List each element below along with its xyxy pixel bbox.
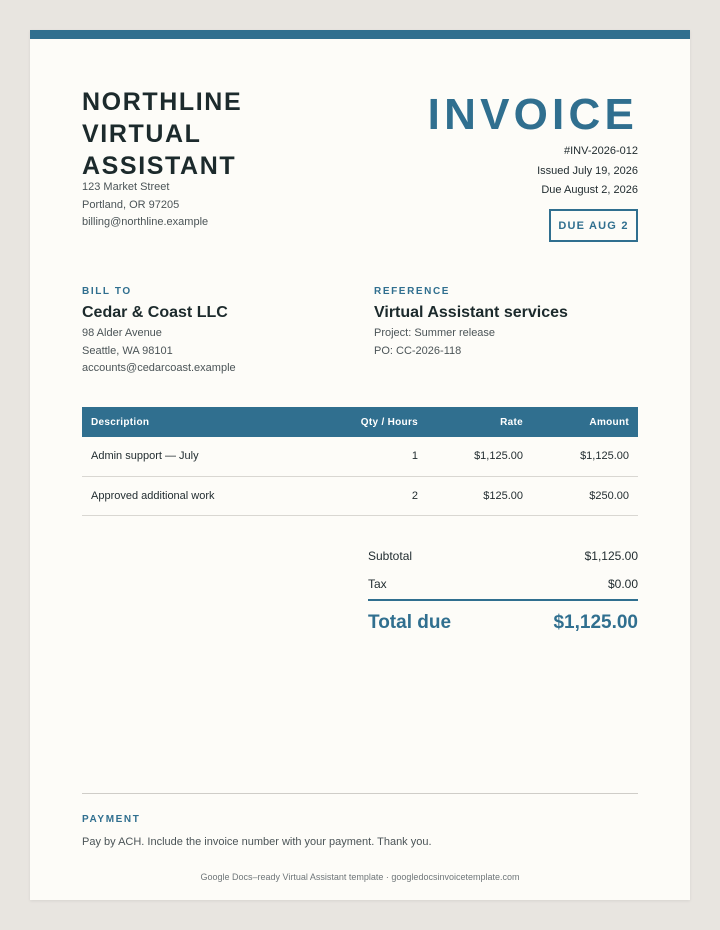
table-row: Approved additional work 2 $125.00 $250.… (82, 476, 638, 516)
totals-block: Subtotal $1,125.00 Tax $0.00 Total due $… (368, 542, 638, 645)
invoice-title: INVOICE (427, 90, 638, 139)
company-name-line: ASSISTANT (82, 152, 237, 180)
item-amount: $1,125.00 (532, 437, 638, 477)
item-description: Approved additional work (82, 476, 312, 516)
subtotal-label: Subtotal (368, 549, 413, 563)
subtotal-row: Subtotal $1,125.00 (368, 542, 638, 570)
company-name-line: NORTHLINE (82, 88, 243, 116)
item-qty: 1 (312, 437, 427, 477)
invoice-due-date: Due August 2, 2026 (541, 184, 638, 196)
reference-label: REFERENCE (374, 286, 451, 297)
total-due-value: $1,125.00 (553, 612, 638, 633)
reference-po: PO: CC-2026-118 (374, 344, 462, 357)
header-description: Description (91, 416, 150, 428)
client-email: accounts@cedarcoast.example (82, 362, 236, 374)
due-badge: DUE AUG 2 (549, 209, 638, 242)
accent-top-bar (30, 30, 690, 39)
item-amount: $250.00 (532, 476, 638, 516)
total-due-label: Total due (368, 612, 452, 633)
header-amount: Amount (589, 416, 629, 428)
item-rate: $125.00 (427, 476, 532, 516)
payment-instructions: Pay by ACH. Include the invoice number w… (82, 836, 432, 848)
total-due-row: Total due $1,125.00 (368, 601, 638, 645)
header-qty: Qty / Hours (360, 416, 418, 428)
item-qty: 2 (312, 476, 427, 516)
company-street: 123 Market Street (82, 181, 170, 193)
reference-title: Virtual Assistant services (374, 304, 568, 321)
item-rate: $1,125.00 (427, 437, 532, 477)
invoice-number: #INV-2026-012 (564, 145, 638, 157)
invoice-meta: #INV-2026-012 Issued July 19, 2026 Due A… (537, 142, 638, 201)
bill-to-label: BILL TO (82, 286, 132, 297)
company-city: Portland, OR 97205 (82, 198, 180, 211)
template-credit: Google Docs–ready Virtual Assistant temp… (200, 872, 520, 882)
footer-divider (82, 793, 638, 794)
bill-to-block: BILL TO Cedar & Coast LLC 98 Alder Avenu… (82, 286, 362, 378)
subtotal-value: $1,125.00 (584, 549, 638, 563)
reference-block: REFERENCE Virtual Assistant services Pro… (374, 286, 654, 360)
client-name: Cedar & Coast LLC (82, 304, 228, 321)
table-row: Admin support — July 1 $1,125.00 $1,125.… (82, 437, 638, 477)
company-name: NORTHLINE VIRTUAL ASSISTANT (82, 86, 302, 182)
company-email: billing@northline.example (82, 216, 209, 228)
client-city: Seattle, WA 98101 (82, 344, 173, 357)
invoice-page: NORTHLINE VIRTUAL ASSISTANT 123 Market S… (30, 30, 690, 900)
line-items-table: Description Qty / Hours Rate Amount Admi… (82, 407, 638, 516)
tax-row: Tax $0.00 (368, 570, 638, 598)
client-street: 98 Alder Avenue (82, 327, 162, 339)
reference-project: Project: Summer release (374, 327, 496, 339)
company-name-line: VIRTUAL (82, 120, 202, 148)
item-description: Admin support — July (82, 437, 312, 477)
header-rate: Rate (500, 416, 523, 428)
company-address: 123 Market Street Portland, OR 97205 bil… (82, 179, 208, 232)
table-header-row: Description Qty / Hours Rate Amount (82, 407, 638, 437)
tax-label: Tax (368, 577, 387, 591)
tax-value: $0.00 (607, 577, 638, 591)
payment-label: PAYMENT (82, 814, 141, 825)
invoice-issued-date: Issued July 19, 2026 (537, 164, 638, 177)
